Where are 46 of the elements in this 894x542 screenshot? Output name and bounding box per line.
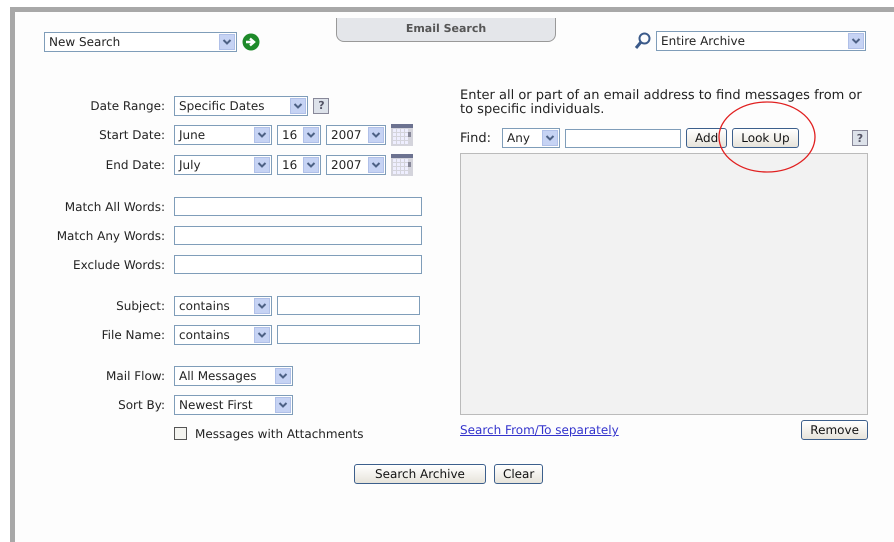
field-label: Date Range: <box>89 98 165 112</box>
email-search-tab[interactable]: Email Search <box>336 18 556 42</box>
remove-button[interactable]: Remove <box>801 420 868 440</box>
field-label: Match All Words: <box>64 200 165 214</box>
dropdown[interactable]: Specific Dates <box>174 96 308 116</box>
field-label: Match Any Words: <box>56 228 165 242</box>
year-dropdown[interactable]: 2007 <box>326 125 386 145</box>
field-label: Mail Flow: <box>105 368 165 382</box>
dropdown[interactable]: Any <box>502 128 560 148</box>
field-label: Sort By: <box>117 398 165 412</box>
dropdown[interactable]: New Search <box>44 32 237 52</box>
field-label: Exclude Words: <box>72 258 165 272</box>
field-label: End Date: <box>104 158 165 172</box>
dropdown[interactable]: All Messages <box>174 366 294 386</box>
calendar-icon[interactable] <box>391 154 413 176</box>
year-dropdown[interactable]: 2007 <box>326 155 386 175</box>
search-from-to-link[interactable]: Search From/To separately <box>460 423 619 437</box>
find-label: Find: <box>460 130 492 146</box>
checkbox[interactable] <box>174 427 187 440</box>
instructions-text: Enter all or part of an email address to find messages from or to specific individuals. <box>460 89 863 117</box>
day-dropdown[interactable]: 16 <box>277 125 321 145</box>
field-label: Subject: <box>115 298 165 312</box>
action-button[interactable]: Clear <box>494 464 544 484</box>
calendar-icon[interactable] <box>391 124 413 146</box>
text-field[interactable] <box>174 255 422 274</box>
text-field[interactable] <box>174 197 422 216</box>
action-button[interactable]: Search Archive <box>354 464 486 484</box>
day-dropdown[interactable]: 16 <box>277 155 321 175</box>
checkbox-label: Messages with Attachments <box>195 426 364 440</box>
dropdown[interactable]: Entire Archive <box>656 31 866 51</box>
text-field[interactable] <box>277 296 420 315</box>
add-button[interactable]: Add <box>686 128 728 148</box>
help-button[interactable]: ? <box>852 130 868 146</box>
month-dropdown[interactable]: July <box>174 155 272 175</box>
dropdown[interactable]: contains <box>174 296 272 316</box>
search-icon <box>634 32 651 50</box>
address-field[interactable] <box>565 128 682 148</box>
text-field[interactable] <box>277 325 420 344</box>
dropdown[interactable]: Newest First <box>174 394 294 414</box>
help-button[interactable]: ? <box>313 98 330 114</box>
field-label: Start Date: <box>98 128 165 142</box>
dropdown[interactable]: contains <box>174 324 272 344</box>
month-dropdown[interactable]: June <box>174 125 272 145</box>
field-label: File Name: <box>100 328 165 342</box>
look-up-button[interactable]: Look Up <box>732 128 799 148</box>
text-field[interactable] <box>174 226 422 245</box>
